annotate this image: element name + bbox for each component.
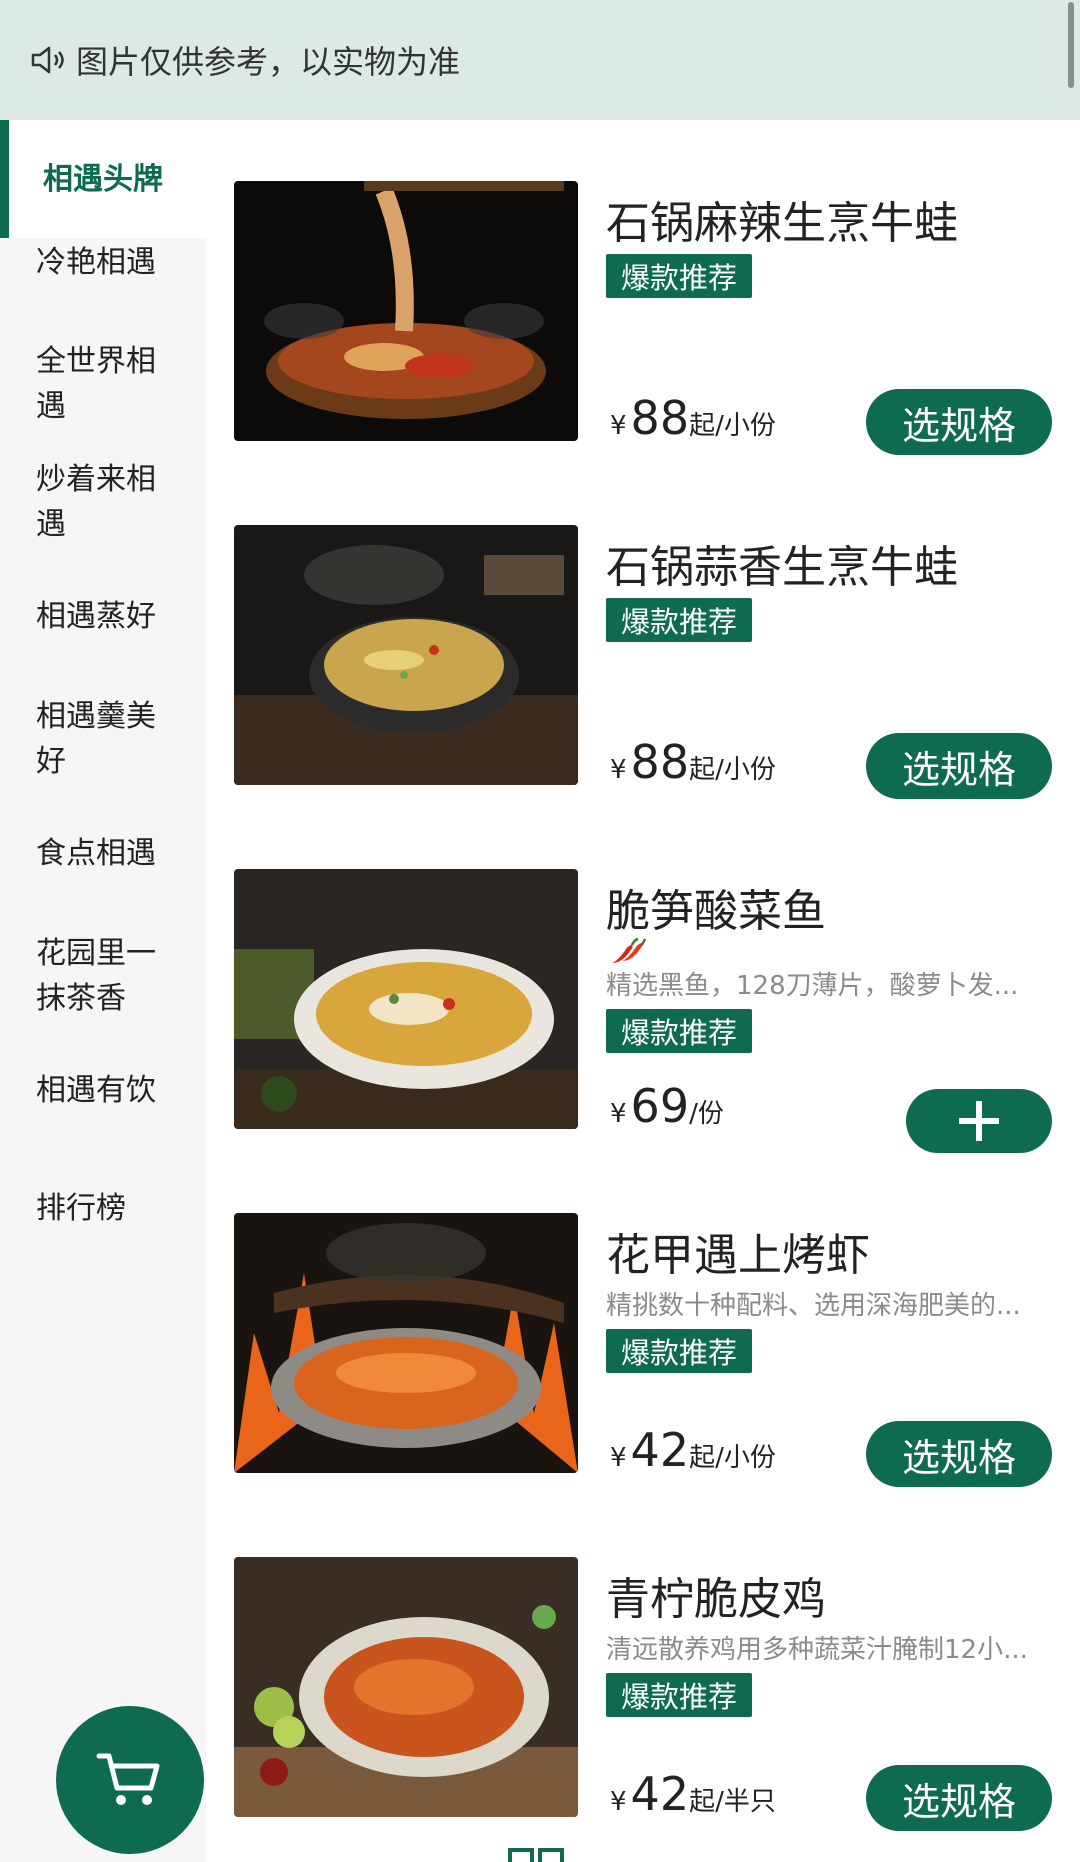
sidebar-item-zhenghao[interactable]: 相遇蒸好 bbox=[0, 594, 206, 639]
cart-button[interactable] bbox=[56, 1706, 204, 1854]
dish-description: 清远散养鸡用多种蔬菜汁腌制12小... bbox=[606, 1635, 1028, 1665]
dish-title: 青柠脆皮鸡 bbox=[606, 1574, 826, 1625]
hot-badge: 爆款推荐 bbox=[606, 1673, 752, 1717]
price-value: 88 bbox=[630, 735, 690, 789]
select-spec-button[interactable]: 选规格 bbox=[866, 733, 1052, 799]
price-unit: 起/小份 bbox=[689, 755, 776, 785]
dish-price: ¥ 42 起/半只 bbox=[610, 1767, 776, 1821]
sidebar-item-label: 全世界相遇 bbox=[36, 344, 156, 424]
dish-title: 花甲遇上烤虾 bbox=[606, 1230, 870, 1281]
dish-description: 精挑数十种配料、选用深海肥美的... bbox=[606, 1291, 1021, 1321]
price-value: 42 bbox=[630, 1767, 690, 1821]
dish-price: ¥ 88 起/小份 bbox=[610, 735, 776, 789]
dish-title: 脆笋酸菜鱼 bbox=[606, 886, 826, 937]
price-value: 42 bbox=[630, 1423, 690, 1477]
dish-image bbox=[234, 1557, 578, 1817]
dish-image bbox=[234, 525, 578, 785]
select-spec-button[interactable]: 选规格 bbox=[866, 1765, 1052, 1831]
sidebar-item-label: 食点相遇 bbox=[36, 836, 156, 871]
sidebar-item-label: 相遇羹美好 bbox=[36, 699, 156, 779]
price-unit: 起/半只 bbox=[689, 1787, 776, 1817]
dish-card[interactable]: 花甲遇上烤虾 精挑数十种配料、选用深海肥美的... 爆款推荐 ¥ 42 起/小份… bbox=[234, 1213, 1054, 1487]
dish-price: ¥ 69 /份 bbox=[610, 1079, 724, 1133]
sidebar-item-xiangyu-toupai[interactable]: 相遇头牌 bbox=[0, 120, 206, 238]
dish-title: 石锅麻辣生烹牛蛙 bbox=[606, 198, 958, 249]
dish-card[interactable]: 石锅麻辣生烹牛蛙 爆款推荐 ¥ 88 起/小份 选规格 bbox=[234, 181, 1054, 455]
sidebar-item-quanshijie[interactable]: 全世界相遇 bbox=[0, 339, 206, 429]
category-sidebar: 相遇头牌 冷艳相遇 全世界相遇 炒着来相遇 相遇蒸好 相遇羹美好 食点相遇 花园… bbox=[0, 120, 206, 1862]
dish-card[interactable]: 石锅蒜香生烹牛蛙 爆款推荐 ¥ 88 起/小份 选规格 bbox=[234, 525, 1054, 799]
dish-image bbox=[234, 181, 578, 441]
sidebar-item-label: 相遇蒸好 bbox=[36, 599, 156, 634]
currency-symbol: ¥ bbox=[610, 1099, 627, 1129]
currency-symbol: ¥ bbox=[610, 1787, 627, 1817]
chili-icon bbox=[612, 937, 646, 963]
sidebar-item-shidian[interactable]: 食点相遇 bbox=[0, 831, 206, 876]
price-value: 88 bbox=[630, 391, 690, 445]
dish-price: ¥ 88 起/小份 bbox=[610, 391, 776, 445]
sidebar-item-youyin[interactable]: 相遇有饮 bbox=[0, 1068, 206, 1113]
dish-description: 精选黑鱼，128刀薄片，酸萝卜发... bbox=[606, 971, 1019, 1001]
sidebar-item-lengyan[interactable]: 冷艳相遇 bbox=[0, 240, 206, 285]
plus-icon bbox=[959, 1101, 999, 1141]
dish-price: ¥ 42 起/小份 bbox=[610, 1423, 776, 1477]
price-unit: /份 bbox=[689, 1099, 724, 1129]
currency-symbol: ¥ bbox=[610, 755, 627, 785]
price-value: 69 bbox=[630, 1079, 690, 1133]
price-unit: 起/小份 bbox=[689, 411, 776, 441]
speaker-icon bbox=[31, 46, 64, 74]
price-unit: 起/小份 bbox=[689, 1443, 776, 1473]
sidebar-item-label: 相遇有饮 bbox=[36, 1073, 156, 1108]
dish-title: 石锅蒜香生烹牛蛙 bbox=[606, 542, 958, 593]
currency-symbol: ¥ bbox=[610, 411, 627, 441]
sidebar-item-label: 花园里一抹茶香 bbox=[36, 936, 156, 1016]
hot-badge: 爆款推荐 bbox=[606, 254, 752, 298]
currency-symbol: ¥ bbox=[610, 1443, 627, 1473]
sidebar-item-label: 相遇头牌 bbox=[43, 161, 163, 197]
sidebar-item-label: 炒着来相遇 bbox=[36, 462, 156, 542]
hot-badge: 爆款推荐 bbox=[606, 1329, 752, 1373]
dish-card[interactable]: 脆笋酸菜鱼 精选黑鱼，128刀薄片，酸萝卜发... 爆款推荐 ¥ 69 /份 bbox=[234, 869, 1054, 1153]
add-button[interactable] bbox=[906, 1089, 1052, 1153]
sidebar-item-label: 冷艳相遇 bbox=[36, 245, 156, 280]
select-spec-button[interactable]: 选规格 bbox=[866, 1421, 1052, 1487]
sidebar-item-gengmeihao[interactable]: 相遇羹美好 bbox=[0, 694, 206, 784]
sidebar-item-paihangbang[interactable]: 排行榜 bbox=[0, 1186, 206, 1231]
sidebar-item-label: 排行榜 bbox=[36, 1191, 126, 1226]
dish-card[interactable]: 青柠脆皮鸡 清远散养鸡用多种蔬菜汁腌制12小... 爆款推荐 ¥ 42 起/半只… bbox=[234, 1557, 1054, 1831]
dish-image bbox=[234, 869, 578, 1129]
dish-image bbox=[234, 1213, 578, 1473]
hot-badge: 爆款推荐 bbox=[606, 1009, 752, 1053]
partial-icon bbox=[508, 1848, 564, 1862]
notice-text: 图片仅供参考，以实物为准 bbox=[76, 43, 461, 81]
scrollbar[interactable] bbox=[1068, 2, 1074, 88]
select-spec-button[interactable]: 选规格 bbox=[866, 389, 1052, 455]
hot-badge: 爆款推荐 bbox=[606, 598, 752, 642]
notice-bar: 图片仅供参考，以实物为准 bbox=[0, 0, 1080, 120]
cart-icon bbox=[96, 1753, 160, 1805]
sidebar-item-chaozhelai[interactable]: 炒着来相遇 bbox=[0, 457, 206, 547]
sidebar-item-huayuanli[interactable]: 花园里一抹茶香 bbox=[0, 931, 206, 1021]
